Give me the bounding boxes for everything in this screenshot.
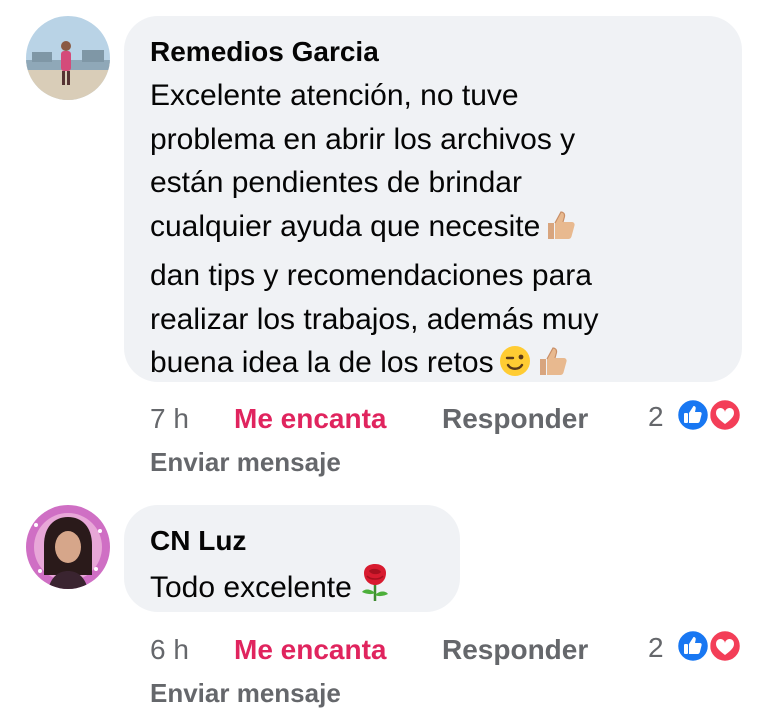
- reaction-count[interactable]: 2: [648, 400, 664, 434]
- like-reaction-icon: [675, 397, 711, 433]
- comment-line: buena idea la de los retos: [150, 346, 494, 379]
- reaction-count[interactable]: 2: [648, 631, 664, 665]
- avatar[interactable]: [26, 505, 110, 589]
- love-button[interactable]: Me encanta: [234, 402, 387, 436]
- reactions-summary[interactable]: [673, 397, 743, 433]
- reply-button[interactable]: Responder: [442, 633, 588, 667]
- comment-line: cualquier ayuda que necesite: [150, 209, 541, 243]
- comment-line: Todo excelente: [150, 571, 352, 604]
- avatar-photo: [26, 505, 110, 589]
- love-reaction-icon: [707, 397, 743, 433]
- comment-line: dan tips y recomendaciones para: [150, 259, 592, 292]
- love-button[interactable]: Me encanta: [234, 633, 387, 667]
- thumbs-up-icon: [536, 344, 570, 391]
- comment-bubble: Remedios Garcia Excelente atención, no t…: [124, 16, 742, 382]
- winking-face-icon: [498, 344, 532, 391]
- comment-line: Excelente atención, no tuve: [150, 79, 519, 112]
- comment-author[interactable]: Remedios Garcia: [150, 34, 716, 70]
- comment-bubble: CN Luz Todo excelente: [124, 505, 460, 612]
- avatar[interactable]: [26, 16, 110, 100]
- comment-line: realizar los trabajos, además muy: [150, 302, 599, 336]
- comment-text: Todo excelente: [150, 563, 434, 616]
- reply-button[interactable]: Responder: [442, 402, 588, 436]
- comment-line: problema en abrir los archivos y: [150, 122, 576, 156]
- comment-author[interactable]: CN Luz: [150, 523, 434, 559]
- love-reaction-icon: [707, 628, 743, 664]
- rose-icon: [356, 563, 394, 616]
- comment-time[interactable]: 7 h: [150, 402, 189, 436]
- send-message-link[interactable]: Enviar mensaje: [150, 446, 341, 478]
- comment-line: están pendientes de brindar: [150, 166, 522, 199]
- comment-time[interactable]: 6 h: [150, 633, 189, 667]
- reactions-summary[interactable]: [673, 628, 743, 664]
- avatar-photo: [26, 16, 110, 100]
- like-reaction-icon: [675, 628, 711, 664]
- comment-text: Excelente atención, no tuve problema en …: [150, 74, 716, 391]
- thumbs-up-icon: [544, 208, 578, 255]
- send-message-link[interactable]: Enviar mensaje: [150, 677, 341, 709]
